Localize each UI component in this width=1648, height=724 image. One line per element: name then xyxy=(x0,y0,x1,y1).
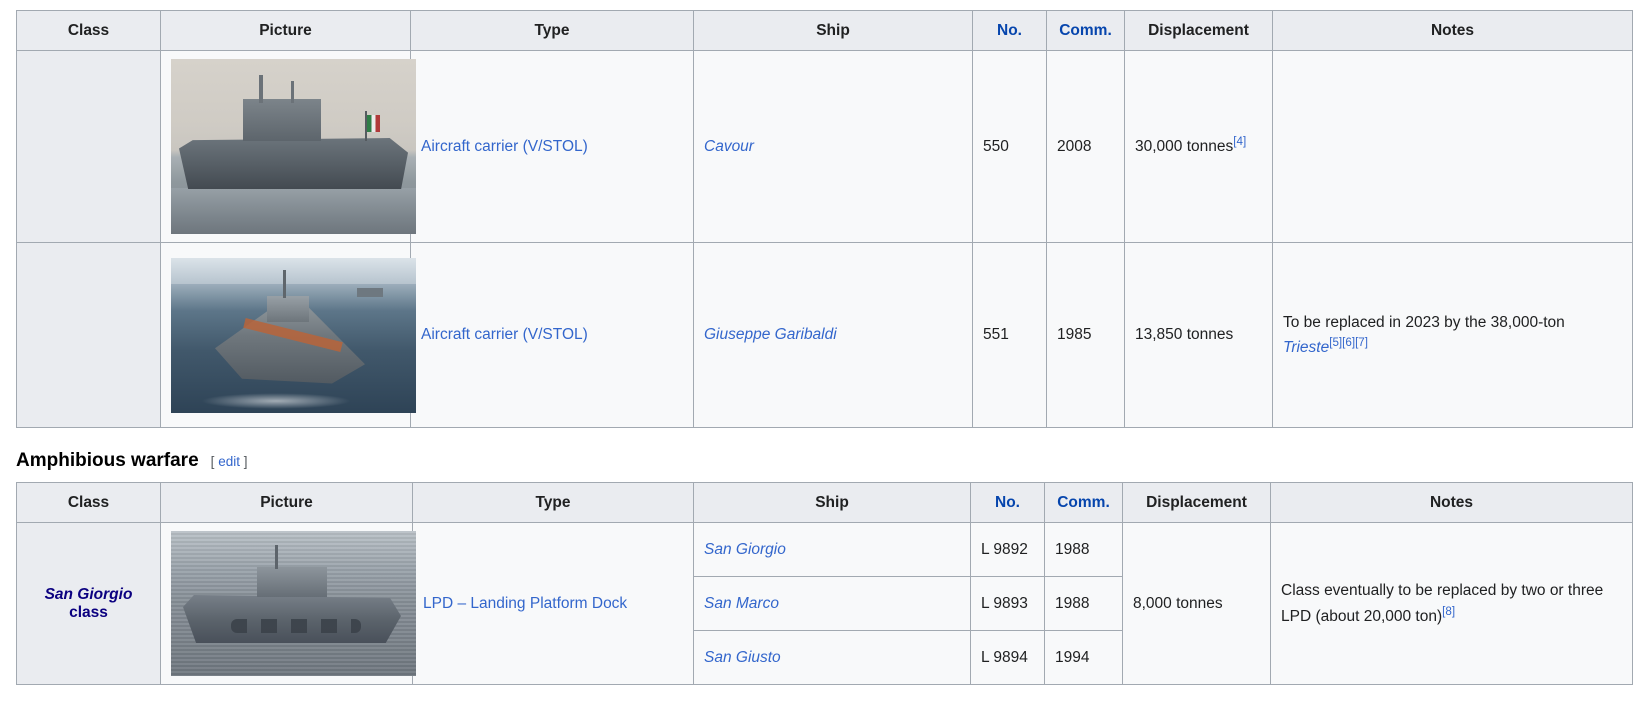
bracket-close: ] xyxy=(243,454,248,469)
cell-commissioned: 1988 xyxy=(1044,576,1123,631)
cell-commissioned: 1994 xyxy=(1044,630,1123,685)
wake-layer xyxy=(201,392,351,409)
mast-icon xyxy=(283,269,286,298)
cell-pennant-number: L 9893 xyxy=(970,576,1045,631)
header-class: Class xyxy=(16,482,161,523)
edit-section-link[interactable]: [ edit ] xyxy=(211,454,248,469)
italian-flag-icon xyxy=(367,115,380,132)
cell-picture[interactable] xyxy=(160,522,416,685)
header-comm[interactable]: Comm. xyxy=(1044,482,1123,523)
header-picture: Picture xyxy=(160,482,413,523)
cell-displacement: 30,000 tonnes[4] xyxy=(1124,50,1273,243)
hull-shape xyxy=(179,138,408,189)
cell-notes: Class eventually to be replaced by two o… xyxy=(1270,522,1633,685)
cell-ship: San Marco xyxy=(693,576,971,631)
amphibious-table: Class Picture Type Ship No. Comm. Displa… xyxy=(16,482,1633,685)
ship-photo-garibaldi[interactable] xyxy=(171,257,416,413)
island-superstructure xyxy=(267,295,309,322)
header-ship: Ship xyxy=(693,482,971,523)
cell-pennant-number: L 9894 xyxy=(970,630,1045,685)
ship-link[interactable]: Giuseppe Garibaldi xyxy=(704,326,837,343)
cell-displacement: 8,000 tonnes xyxy=(1122,522,1271,685)
cell-commissioned: 1988 xyxy=(1044,522,1123,577)
cell-type: Aircraft carrier (V/STOL) xyxy=(410,242,694,428)
header-ship: Ship xyxy=(693,10,973,51)
cell-class xyxy=(16,242,161,428)
cell-notes: To be replaced in 2023 by the 38,000-ton… xyxy=(1272,242,1633,428)
cell-class xyxy=(16,50,161,243)
mast-icon xyxy=(275,545,278,569)
reference-marker[interactable]: [4] xyxy=(1233,135,1246,148)
table-row: Aircraft carrier (V/STOL) Cavour 550 200… xyxy=(16,50,1633,243)
displacement-value: 30,000 tonnes xyxy=(1135,138,1234,156)
cell-class[interactable]: San Giorgio class xyxy=(16,522,161,685)
sea-layer xyxy=(171,188,416,234)
type-link[interactable]: Aircraft carrier (V/STOL) xyxy=(421,326,588,343)
page-root: Class Picture Type Ship No. Comm. Displa… xyxy=(0,0,1648,724)
carriers-header-row: Class Picture Type Ship No. Comm. Displa… xyxy=(16,10,1633,51)
hull-shape xyxy=(183,595,401,643)
ship-photo-cavour[interactable] xyxy=(171,59,416,234)
cell-pennant-number: 550 xyxy=(972,50,1047,243)
ship-photo-san-giorgio[interactable] xyxy=(171,531,416,676)
table-row: San Giorgio class LPD – Landing Platform… xyxy=(16,522,1633,685)
cell-type: Aircraft carrier (V/STOL) xyxy=(410,50,694,243)
cell-displacement: 13,850 tonnes xyxy=(1124,242,1273,428)
class-name[interactable]: San Giorgio xyxy=(27,586,150,604)
cell-picture[interactable] xyxy=(160,50,416,243)
ship-link[interactable]: San Marco xyxy=(704,595,779,612)
bracket-open: [ xyxy=(210,454,215,469)
type-link[interactable]: Aircraft carrier (V/STOL) xyxy=(421,138,588,155)
header-no[interactable]: No. xyxy=(970,482,1045,523)
cell-picture[interactable] xyxy=(160,242,416,428)
table-row: Aircraft carrier (V/STOL) Giuseppe Garib… xyxy=(16,242,1633,428)
reference-marker[interactable]: [5][6][7] xyxy=(1329,336,1368,349)
ship-link[interactable]: San Giusto xyxy=(704,649,781,666)
header-class: Class xyxy=(16,10,161,51)
header-notes: Notes xyxy=(1270,482,1633,523)
header-picture: Picture xyxy=(160,10,411,51)
cell-ship: Cavour xyxy=(693,50,973,243)
escort-ship-shape xyxy=(357,287,383,297)
reference-marker[interactable]: [8] xyxy=(1442,604,1455,617)
cell-type: LPD – Landing Platform Dock xyxy=(412,522,694,685)
header-type: Type xyxy=(410,10,694,51)
cell-pennant-number: L 9892 xyxy=(970,522,1045,577)
notes-text: To be replaced in 2023 by the 38,000-ton xyxy=(1283,313,1565,331)
mast-icon xyxy=(259,75,263,103)
ship-link[interactable]: San Giorgio xyxy=(704,541,786,558)
header-no[interactable]: No. xyxy=(972,10,1047,51)
amphibious-header-row: Class Picture Type Ship No. Comm. Displa… xyxy=(16,482,1633,523)
island-superstructure xyxy=(243,99,321,141)
notes-ship-link[interactable]: Trieste xyxy=(1283,339,1329,356)
class-word[interactable]: class xyxy=(27,604,150,622)
cell-commissioned: 1985 xyxy=(1046,242,1125,428)
cell-pennant-number: 551 xyxy=(972,242,1047,428)
cell-ship: San Giusto xyxy=(693,630,971,685)
header-displacement: Displacement xyxy=(1122,482,1271,523)
header-type: Type xyxy=(412,482,694,523)
edit-link-label[interactable]: edit xyxy=(218,454,240,469)
well-deck-openings xyxy=(231,619,361,633)
header-comm[interactable]: Comm. xyxy=(1046,10,1125,51)
section-heading-row: Amphibious warfare [ edit ] xyxy=(16,450,1632,472)
cell-commissioned: 2008 xyxy=(1046,50,1125,243)
page-title: Amphibious warfare xyxy=(16,450,199,471)
sky-layer xyxy=(171,257,416,284)
header-notes: Notes xyxy=(1272,10,1633,51)
type-link[interactable]: LPD – Landing Platform Dock xyxy=(423,595,627,612)
cell-ship: San Giorgio xyxy=(693,522,971,577)
mast-icon xyxy=(291,81,294,103)
carriers-table: Class Picture Type Ship No. Comm. Displa… xyxy=(16,10,1633,428)
cell-notes xyxy=(1272,50,1633,243)
header-displacement: Displacement xyxy=(1124,10,1273,51)
ship-link[interactable]: Cavour xyxy=(704,138,754,155)
island-superstructure xyxy=(257,567,327,597)
cell-ship: Giuseppe Garibaldi xyxy=(693,242,973,428)
